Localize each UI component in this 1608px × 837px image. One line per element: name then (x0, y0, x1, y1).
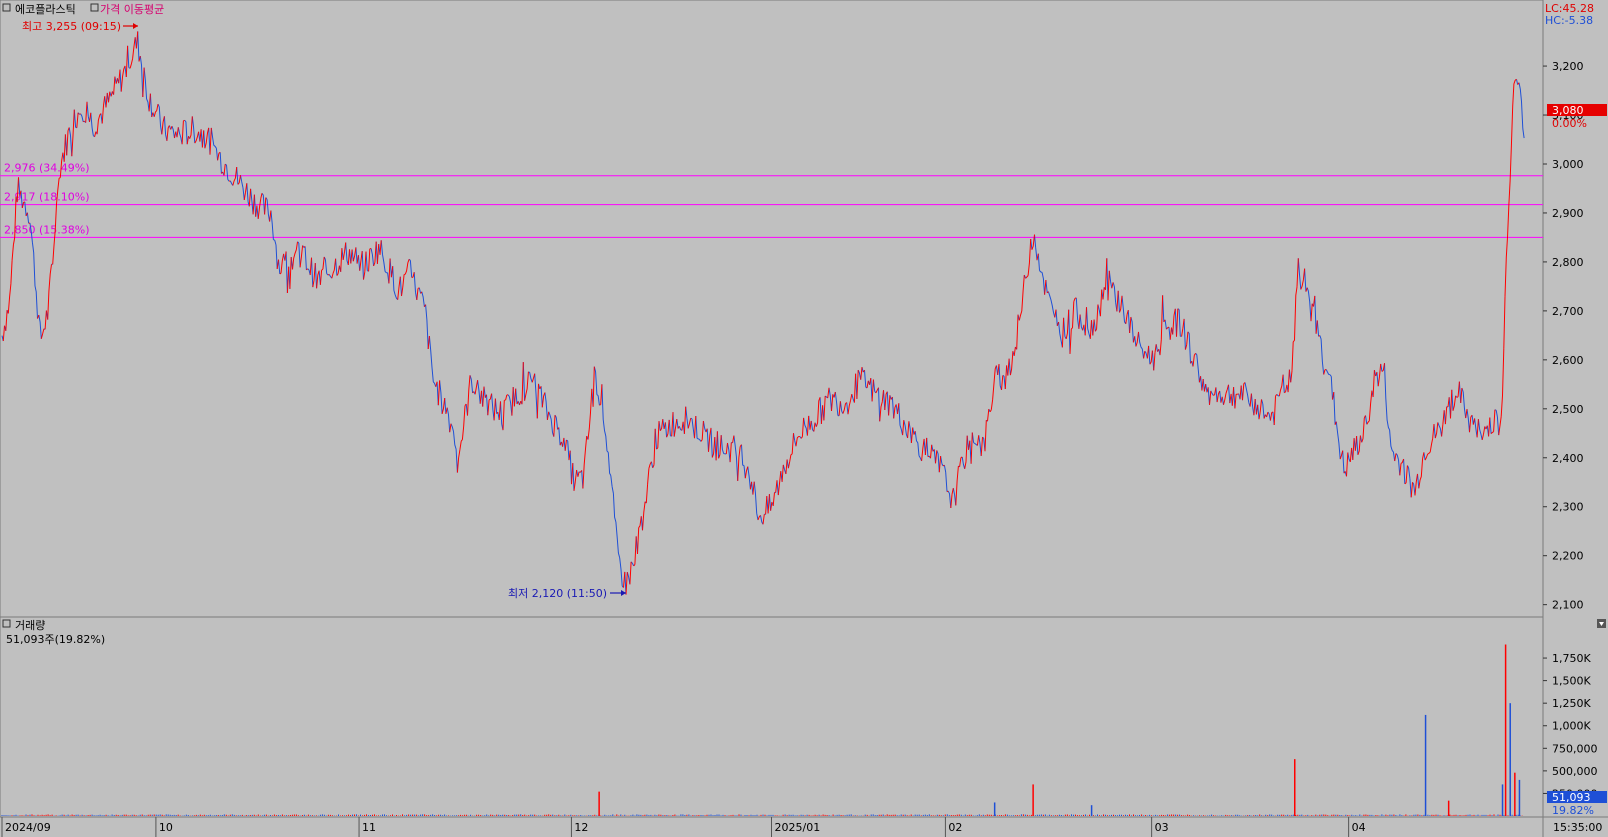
volume-tick-label: 500,000 (1552, 765, 1598, 778)
current-price: 3,080 (1552, 104, 1584, 117)
price-panel-title: 에코플라스틱 (15, 3, 76, 16)
time-tick-label: 04 (1352, 821, 1366, 834)
price-tick-label: 2,200 (1552, 550, 1584, 563)
price-tick-label: 2,700 (1552, 305, 1584, 318)
time-tick-label: 12 (574, 821, 588, 834)
volume-panel (0, 616, 1544, 818)
volume-panel-title: 거래량 (15, 619, 45, 632)
volume-tick-label: 1,000K (1552, 720, 1591, 733)
stock-chart: 에코플라스틱 가격 이동평균 LC:45.28 HC:-5.38 3,2003,… (0, 0, 1608, 837)
price-tick-label: 3,200 (1552, 60, 1584, 73)
current-change: 0.00% (1552, 117, 1587, 130)
volume-tick-label: 750,000 (1552, 742, 1598, 755)
indicator-label[interactable]: 가격 이동평균 (100, 3, 164, 16)
price-tick-label: 3,000 (1552, 158, 1584, 171)
price-tick-label: 2,600 (1552, 354, 1584, 367)
support-line-label: 2,976 (34.49%) (4, 162, 90, 175)
volume-tick-label: 1,250K (1552, 697, 1591, 710)
high-label: 최고 3,255 (09:15) (22, 20, 121, 33)
price-tick-label: 2,900 (1552, 207, 1584, 220)
price-tick-label: 2,500 (1552, 403, 1584, 416)
volume-tick-label: 1,500K (1552, 675, 1591, 688)
corner-hc: HC:-5.38 (1545, 14, 1593, 27)
time-tick-label: 2025/01 (775, 821, 821, 834)
high-marker: 최고 3,255 (09:15) (22, 20, 138, 33)
volume-subtitle: 51,093주(19.82%) (6, 633, 105, 646)
time-tick-label: 10 (159, 821, 173, 834)
time-axis-clock: 15:35:00 (1553, 821, 1602, 834)
low-label: 최저 2,120 (11:50) (508, 587, 607, 600)
volume-tick-label: 1,750K (1552, 652, 1591, 665)
price-tick-label: 2,800 (1552, 256, 1584, 269)
price-tick-label: 2,300 (1552, 501, 1584, 514)
price-tick-label: 2,100 (1552, 599, 1584, 612)
current-volume: 51,093 (1552, 791, 1591, 804)
price-tick-label: 2,400 (1552, 452, 1584, 465)
support-line-label: 2,850 (15.38%) (4, 223, 90, 236)
current-volume-ratio: 19.82% (1552, 804, 1594, 817)
time-tick-label: 2024/09 (5, 821, 51, 834)
time-tick-label: 02 (948, 821, 962, 834)
time-tick-label: 03 (1155, 821, 1169, 834)
time-tick-label: 11 (362, 821, 376, 834)
